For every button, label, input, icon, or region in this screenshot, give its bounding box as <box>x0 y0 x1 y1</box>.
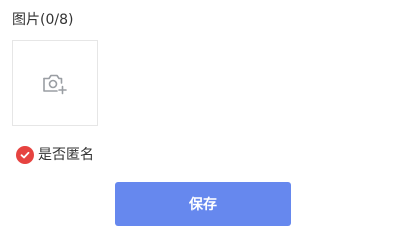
camera-plus-icon <box>41 69 69 97</box>
photo-upload-box[interactable] <box>12 40 98 126</box>
save-button[interactable]: 保存 <box>115 182 291 226</box>
check-circle-icon <box>16 146 34 164</box>
photo-count-label: 图片(0/8) <box>12 12 74 28</box>
anonymous-label: 是否匿名 <box>38 147 94 163</box>
anonymous-toggle[interactable]: 是否匿名 <box>16 145 94 165</box>
